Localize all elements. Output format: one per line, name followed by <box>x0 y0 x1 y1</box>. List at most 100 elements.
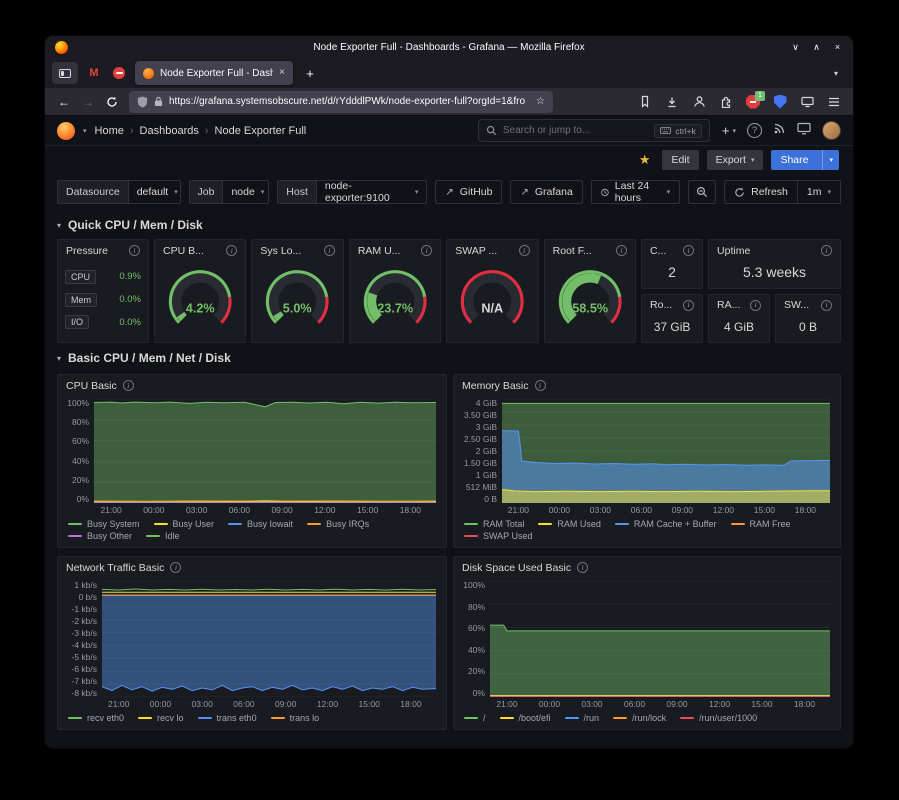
breadcrumb-item[interactable]: Home <box>95 125 124 137</box>
url-bar[interactable]: https://grafana.systemsobscure.net/d/rYd… <box>129 91 553 113</box>
legend-item[interactable]: / <box>464 713 486 723</box>
new-tab-button[interactable]: + <box>300 66 320 81</box>
info-icon[interactable]: i <box>821 300 832 311</box>
legend-item[interactable]: RAM Free <box>731 519 791 529</box>
legend-item[interactable]: trans eth0 <box>198 713 257 723</box>
tab-close-icon[interactable]: × <box>279 68 285 78</box>
pinned-tab-gmail[interactable]: M <box>85 64 103 82</box>
list-all-tabs-button[interactable]: ▾ <box>826 69 846 78</box>
forward-button[interactable]: → <box>77 91 99 113</box>
job-variable[interactable]: Job node▾ <box>189 180 270 204</box>
extensions-icon[interactable] <box>715 91 737 113</box>
reload-button[interactable] <box>101 91 123 113</box>
grafana-logo-icon[interactable] <box>57 122 75 140</box>
back-button[interactable]: ← <box>53 91 75 113</box>
share-menu-caret-icon[interactable]: ▾ <box>822 150 839 170</box>
info-icon[interactable]: i <box>821 245 832 256</box>
plot-area[interactable] <box>502 399 830 503</box>
info-icon[interactable]: i <box>535 380 546 391</box>
refresh-interval-select[interactable]: 1m▾ <box>798 180 841 204</box>
firefox-view-button[interactable] <box>52 62 78 84</box>
info-icon[interactable]: i <box>683 300 694 311</box>
legend-item[interactable]: Idle <box>146 531 180 541</box>
search-icon <box>486 125 497 136</box>
info-icon[interactable]: i <box>129 245 140 256</box>
info-icon[interactable]: i <box>226 245 237 256</box>
section-quick-cpu-mem-disk[interactable]: ▾ Quick CPU / Mem / Disk <box>45 210 853 239</box>
news-button[interactable] <box>773 122 786 140</box>
info-icon[interactable]: i <box>519 245 530 256</box>
breadcrumb-item[interactable]: Node Exporter Full <box>215 125 307 137</box>
network-traffic-chart[interactable]: 1 kb/s0 b/s-1 kb/s-2 kb/s-3 kb/s-4 kb/s-… <box>58 578 446 710</box>
legend-item[interactable]: Busy User <box>154 519 215 529</box>
pocket-icon[interactable] <box>634 91 656 113</box>
host-variable[interactable]: Host node-exporter:9100▾ <box>277 180 427 204</box>
share-button[interactable]: Share ▾ <box>771 150 839 170</box>
zoom-out-button[interactable] <box>688 180 716 204</box>
grafana-link-button[interactable]: ↗Grafana <box>510 180 582 204</box>
x-axis-label: 00:00 <box>549 505 570 515</box>
user-avatar[interactable] <box>822 121 841 140</box>
adblock-icon[interactable]: 1 <box>742 91 764 113</box>
info-icon[interactable]: i <box>324 245 335 256</box>
legend-item[interactable]: Busy Iowait <box>228 519 293 529</box>
legend-item[interactable]: Busy System <box>68 519 140 529</box>
password-manager-icon[interactable] <box>769 91 791 113</box>
legend-item[interactable]: /boot/efi <box>500 713 551 723</box>
disk-space-chart[interactable]: 100%80%60%40%20%0%21:0000:0003:0006:0009… <box>454 578 840 710</box>
plot-area[interactable] <box>94 399 436 503</box>
plot-area[interactable] <box>102 581 436 697</box>
legend-item[interactable]: SWAP Used <box>464 531 533 541</box>
info-icon[interactable]: i <box>616 245 627 256</box>
memory-basic-chart[interactable]: 4 GiB3.50 GiB3 GiB2.50 GiB2 GiB1.50 GiB1… <box>454 396 840 516</box>
plot-area[interactable] <box>490 581 830 697</box>
datasource-variable[interactable]: Datasource default▾ <box>57 180 181 204</box>
info-icon[interactable]: i <box>421 245 432 256</box>
info-icon[interactable]: i <box>577 562 588 573</box>
org-switcher-caret-icon[interactable]: ▾ <box>83 127 87 135</box>
export-button[interactable]: Export▾ <box>707 150 764 170</box>
info-icon[interactable]: i <box>683 245 694 256</box>
info-icon[interactable]: i <box>170 562 181 573</box>
time-range-picker[interactable]: Last 24 hours▾ <box>591 180 680 204</box>
legend-item[interactable]: /run/user/1000 <box>680 713 757 723</box>
add-new-button[interactable]: +▾ <box>722 123 736 138</box>
legend-item[interactable]: recv eth0 <box>68 713 124 723</box>
tracking-protection-shield-icon[interactable] <box>137 96 148 108</box>
menu-icon[interactable] <box>823 91 845 113</box>
favorite-star-icon[interactable]: ★ <box>639 152 651 168</box>
legend-item[interactable]: Busy IRQs <box>307 519 369 529</box>
legend-item[interactable]: Busy Other <box>68 531 132 541</box>
screenshot-tool-icon[interactable] <box>796 91 818 113</box>
info-icon[interactable]: i <box>123 380 134 391</box>
section-basic-cpu-mem-net-disk[interactable]: ▾ Basic CPU / Mem / Net / Disk <box>45 343 853 372</box>
pinned-tab-secondary[interactable] <box>110 64 128 82</box>
github-link-button[interactable]: ↗GitHub <box>435 180 502 204</box>
legend-item[interactable]: RAM Total <box>464 519 524 529</box>
maximize-button[interactable]: ∧ <box>807 39 826 55</box>
account-icon[interactable] <box>688 91 710 113</box>
y-axis-label: 512 MiB <box>460 483 497 491</box>
cpu-basic-chart[interactable]: 100%80%60%40%20%0%21:0000:0003:0006:0009… <box>58 396 446 516</box>
legend-item[interactable]: RAM Used <box>538 519 601 529</box>
legend-item[interactable]: /run <box>565 713 600 723</box>
lock-icon[interactable] <box>154 96 163 107</box>
help-button[interactable]: ? <box>747 123 762 138</box>
minimize-button[interactable]: ∨ <box>786 39 805 55</box>
display-button[interactable] <box>797 122 811 140</box>
legend-item[interactable]: RAM Cache + Buffer <box>615 519 717 529</box>
legend-item[interactable]: recv lo <box>138 713 184 723</box>
tab-title: Node Exporter Full - Dashbo <box>160 68 273 79</box>
bookmark-star-icon[interactable]: ☆ <box>536 96 545 107</box>
info-icon[interactable]: i <box>750 300 761 311</box>
active-tab[interactable]: Node Exporter Full - Dashbo × <box>135 61 293 85</box>
legend-item[interactable]: /run/lock <box>613 713 666 723</box>
breadcrumb-item[interactable]: Dashboards <box>140 125 199 137</box>
search-input[interactable]: Search or jump to... ctrl+k <box>478 119 710 142</box>
refresh-button[interactable]: Refresh <box>724 180 798 204</box>
close-button[interactable]: × <box>828 39 847 55</box>
downloads-icon[interactable] <box>661 91 683 113</box>
x-axis-label: 09:00 <box>271 505 292 515</box>
edit-button[interactable]: Edit <box>662 150 698 170</box>
legend-item[interactable]: trans lo <box>271 713 320 723</box>
